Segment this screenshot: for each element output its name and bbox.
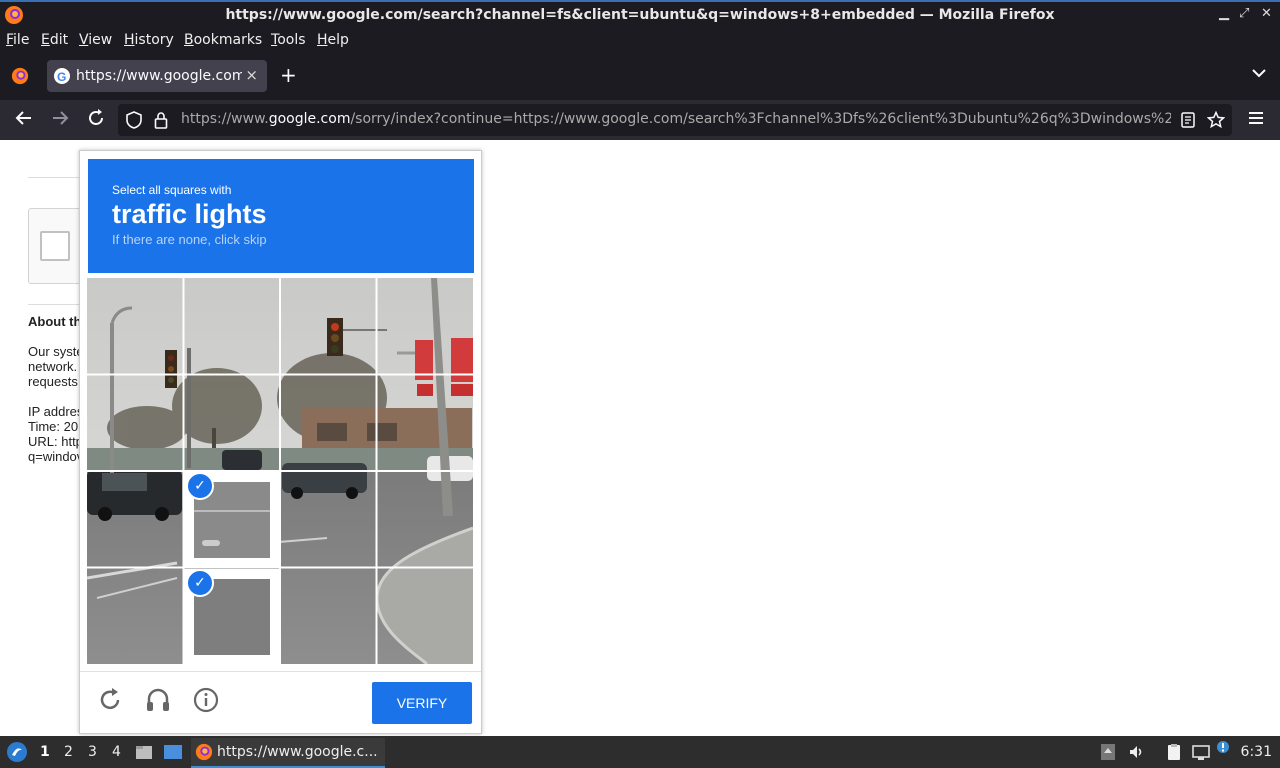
taskbar: 1 2 3 4 https://www.google.c... 6:31 — [0, 736, 1280, 768]
network-icon[interactable] — [1192, 743, 1210, 761]
taskbar-task-label: https://www.google.c... — [217, 744, 378, 760]
grid-tile-16[interactable] — [378, 569, 473, 664]
menu-view[interactable]: View — [79, 32, 112, 48]
grid-tile-8[interactable] — [378, 375, 473, 470]
grid-tile-12[interactable] — [378, 472, 473, 567]
menu-edit[interactable]: Edit — [41, 32, 68, 48]
info-icon[interactable] — [191, 686, 221, 716]
firefox-view-icon[interactable] — [11, 67, 29, 85]
notification-icon[interactable] — [1216, 740, 1234, 758]
tab-bar: G https://www.google.com/ × + — [0, 52, 1280, 100]
list-tabs-chevron-icon[interactable] — [1252, 66, 1266, 82]
grid-tile-5[interactable] — [87, 375, 182, 470]
desktop-icon[interactable] — [163, 743, 183, 765]
back-arrow-icon[interactable] — [14, 108, 34, 133]
query-line: q=windov — [28, 449, 80, 464]
captcha-target: traffic lights — [112, 199, 267, 229]
grid-tile-6[interactable] — [184, 375, 279, 470]
menu-tools[interactable]: Tools — [271, 32, 306, 48]
captcha-instruction: Select all squares with — [112, 183, 232, 197]
maximize-icon[interactable]: ⤢ — [1239, 6, 1249, 21]
shield-icon[interactable] — [126, 111, 142, 133]
clipboard-icon[interactable] — [1165, 743, 1183, 761]
body-line-3: requests — [28, 374, 78, 389]
grid-tile-15[interactable] — [281, 569, 376, 664]
grid-tile-3[interactable] — [281, 278, 376, 373]
close-window-icon[interactable]: ✕ — [1261, 6, 1272, 21]
recaptcha-checkbox[interactable] — [40, 231, 70, 261]
ip-address-line: IP addres — [28, 404, 80, 419]
url-prefix: https://www. — [181, 111, 269, 127]
forward-arrow-icon[interactable] — [50, 108, 70, 133]
url-rest: /sorry/index?continue=https://www.google… — [350, 111, 1171, 127]
grid-tile-1[interactable] — [87, 278, 182, 373]
new-tab-button[interactable]: + — [280, 63, 297, 87]
tile-10-checkmark-icon: ✓ — [186, 472, 214, 500]
taskbar-firefox-window[interactable]: https://www.google.c... — [191, 738, 385, 768]
svg-text:G: G — [57, 70, 66, 84]
grid-tile-9[interactable] — [87, 472, 182, 567]
workspace-4[interactable]: 4 — [112, 744, 121, 760]
menu-bookmarks[interactable]: Bookmarks — [184, 32, 262, 48]
menu-history[interactable]: History — [124, 32, 174, 48]
grid-tile-7[interactable] — [281, 375, 376, 470]
nav-bar: https://www.google.com/sorry/index?conti… — [0, 100, 1280, 140]
menu-file[interactable]: File — [6, 32, 29, 48]
minimize-icon[interactable]: ▁ — [1219, 6, 1229, 21]
file-manager-icon[interactable] — [135, 743, 153, 765]
verify-button[interactable]: VERIFY — [372, 682, 472, 724]
tile-10-manhole — [202, 540, 220, 546]
titlebar-accent — [0, 0, 1280, 2]
taskbar-firefox-icon — [195, 743, 213, 761]
captcha-footer: VERIFY — [80, 671, 481, 734]
url-bar[interactable]: https://www.google.com/sorry/index?conti… — [118, 104, 1232, 136]
tray-arrow-icon[interactable] — [1100, 743, 1118, 761]
url-text[interactable]: https://www.google.com/sorry/index?conti… — [181, 111, 1171, 127]
captcha-header: Select all squares with traffic lights I… — [88, 159, 474, 273]
reload-challenge-icon[interactable] — [95, 686, 125, 716]
lock-icon[interactable] — [154, 111, 168, 133]
window-titlebar: https://www.google.com/search?channel=fs… — [0, 0, 1280, 30]
workspace-2[interactable]: 2 — [64, 744, 73, 760]
body-line-2: network. — [28, 359, 78, 374]
reload-icon[interactable] — [86, 108, 106, 133]
about-heading: About th — [28, 314, 80, 329]
url-line: URL: http — [28, 434, 80, 449]
body-line-1: Our syste — [28, 344, 80, 359]
window-title: https://www.google.com/search?channel=fs… — [225, 7, 1055, 23]
audio-challenge-icon[interactable] — [143, 686, 173, 716]
captcha-hint: If there are none, click skip — [112, 232, 267, 247]
tab-google[interactable]: G https://www.google.com/ × — [47, 60, 267, 92]
menu-bar: File Edit View History Bookmarks Tools H… — [0, 30, 1280, 52]
tab-label: https://www.google.com/ — [76, 68, 242, 84]
bookmark-star-icon[interactable] — [1206, 110, 1226, 133]
volume-icon[interactable] — [1128, 743, 1146, 761]
workspace-1[interactable]: 1 — [40, 744, 50, 760]
grid-tile-11[interactable] — [281, 472, 376, 567]
tab-close-icon[interactable]: × — [245, 66, 258, 84]
clock: 6:31 — [1240, 744, 1272, 760]
hamburger-menu-icon[interactable] — [1247, 110, 1265, 131]
google-favicon-icon: G — [54, 68, 70, 84]
grid-tile-2[interactable] — [184, 278, 279, 373]
menu-help[interactable]: Help — [317, 32, 349, 48]
workspace-3[interactable]: 3 — [88, 744, 97, 760]
tile-14-checkmark-icon: ✓ — [186, 569, 214, 597]
grid-tile-4[interactable] — [378, 278, 473, 373]
time-line: Time: 20 — [28, 419, 79, 434]
grid-tile-13[interactable] — [87, 569, 182, 664]
reader-view-icon[interactable] — [1181, 112, 1195, 132]
url-domain: google.com — [268, 111, 351, 127]
tile-10-marking — [194, 510, 270, 512]
start-menu-icon[interactable] — [6, 741, 28, 767]
captcha-challenge: Select all squares with traffic lights I… — [79, 150, 482, 734]
captcha-image-grid: ✓ ✓ — [87, 278, 473, 664]
